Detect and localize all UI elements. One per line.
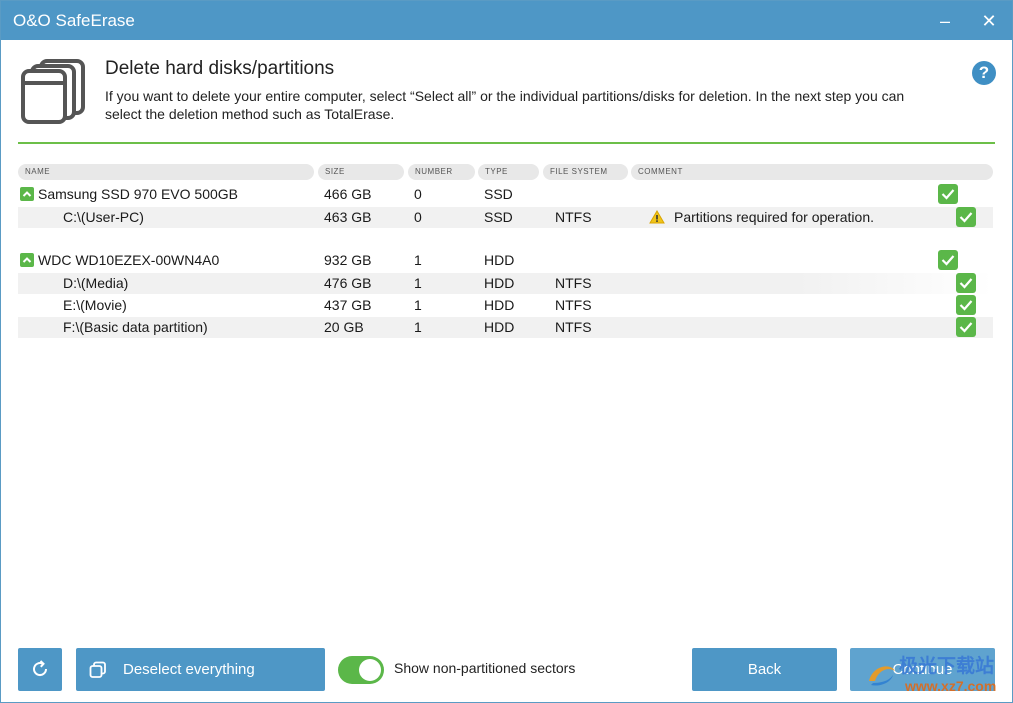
deselect-everything-label: Deselect everything [123, 661, 255, 678]
minimize-button[interactable]: – [933, 9, 957, 33]
partition-type: HDD [484, 297, 515, 313]
partition-file-system: NTFS [555, 275, 592, 291]
partition-number: 1 [414, 275, 422, 291]
disk-size: 466 GB [324, 186, 372, 202]
disk-size: 932 GB [324, 252, 372, 268]
partition-row[interactable]: C:\(User-PC) 463 GB 0 SSD NTFS Partition… [18, 207, 993, 228]
partition-file-system: NTFS [555, 297, 592, 313]
refresh-button[interactable] [18, 648, 62, 691]
partition-row[interactable]: F:\(Basic data partition) 20 GB 1 HDD NT… [18, 317, 993, 338]
partition-type: HDD [484, 275, 515, 291]
column-header-file-system[interactable]: FILE SYSTEM [543, 164, 628, 180]
page-description: If you want to delete your entire comput… [105, 88, 905, 122]
disk-checkbox[interactable] [938, 184, 958, 204]
partition-size: 437 GB [324, 297, 372, 313]
disk-name: Samsung SSD 970 EVO 500GB [38, 186, 238, 202]
disk-type: SSD [484, 186, 513, 202]
back-button[interactable]: Back [692, 648, 837, 691]
warning-icon [649, 210, 665, 224]
partition-name: F:\(Basic data partition) [63, 319, 208, 335]
column-header-name[interactable]: NAME [18, 164, 314, 180]
disk-number: 0 [414, 186, 422, 202]
disk-type: HDD [484, 252, 515, 268]
watermark-url: www.xz7.com [905, 678, 997, 694]
partition-number: 1 [414, 297, 422, 313]
partition-name: D:\(Media) [63, 275, 129, 291]
disk-name: WDC WD10EZEX-00WN4A0 [38, 252, 220, 268]
column-header-comment[interactable]: COMMENT [631, 164, 993, 180]
partition-size: 20 GB [324, 319, 364, 335]
partition-name: C:\(User-PC) [63, 209, 144, 225]
watermark-logo: 极光下载站 www.xz7.com [863, 651, 1003, 699]
show-non-partitioned-label: Show non-partitioned sectors [394, 660, 576, 676]
close-button[interactable]: ✕ [977, 9, 1001, 33]
partition-checkbox[interactable] [956, 317, 976, 337]
partition-checkbox[interactable] [956, 207, 976, 227]
column-header-type[interactable]: TYPE [478, 164, 539, 180]
partition-file-system: NTFS [555, 209, 592, 225]
disk-number: 1 [414, 252, 422, 268]
watermark-swirl-icon [869, 666, 895, 686]
deselect-everything-button[interactable]: Deselect everything [76, 648, 325, 691]
header-divider [18, 142, 995, 144]
window-title: O&O SafeErase [13, 11, 135, 30]
back-label: Back [747, 661, 782, 678]
partition-number: 1 [414, 319, 422, 335]
column-header-number[interactable]: NUMBER [408, 164, 475, 180]
collapse-icon[interactable] [20, 253, 34, 267]
column-header-size[interactable]: SIZE [318, 164, 404, 180]
partition-number: 0 [414, 209, 422, 225]
partition-name: E:\(Movie) [63, 297, 127, 313]
refresh-icon [33, 660, 48, 677]
show-non-partitioned-toggle[interactable] [338, 656, 384, 684]
disk-row[interactable]: WDC WD10EZEX-00WN4A0 932 GB 1 HDD [18, 250, 993, 271]
partition-row[interactable]: D:\(Media) 476 GB 1 HDD NTFS [18, 273, 993, 294]
partition-comment: Partitions required for operation. [674, 209, 874, 225]
partition-size: 476 GB [324, 275, 372, 291]
copy-icon [89, 661, 106, 678]
partition-row[interactable]: E:\(Movie) 437 GB 1 HDD NTFS [18, 295, 993, 316]
partition-type: HDD [484, 319, 515, 335]
title-bar: O&O SafeErase – ✕ [1, 1, 1012, 40]
collapse-icon[interactable] [20, 187, 34, 201]
partition-checkbox[interactable] [956, 273, 976, 293]
disk-checkbox[interactable] [938, 250, 958, 270]
watermark-text: 极光下载站 [899, 656, 995, 677]
disk-row[interactable]: Samsung SSD 970 EVO 500GB 466 GB 0 SSD [18, 184, 993, 205]
partition-size: 463 GB [324, 209, 372, 225]
app-window: O&O SafeErase – ✕ Delete hard disks/part… [0, 0, 1013, 703]
toggle-knob [359, 659, 381, 681]
page-title: Delete hard disks/partitions [105, 58, 335, 79]
partition-file-system: NTFS [555, 319, 592, 335]
disk-copy-icon [21, 59, 85, 124]
help-icon[interactable]: ? [972, 61, 996, 85]
partition-type: SSD [484, 209, 513, 225]
partition-checkbox[interactable] [956, 295, 976, 315]
